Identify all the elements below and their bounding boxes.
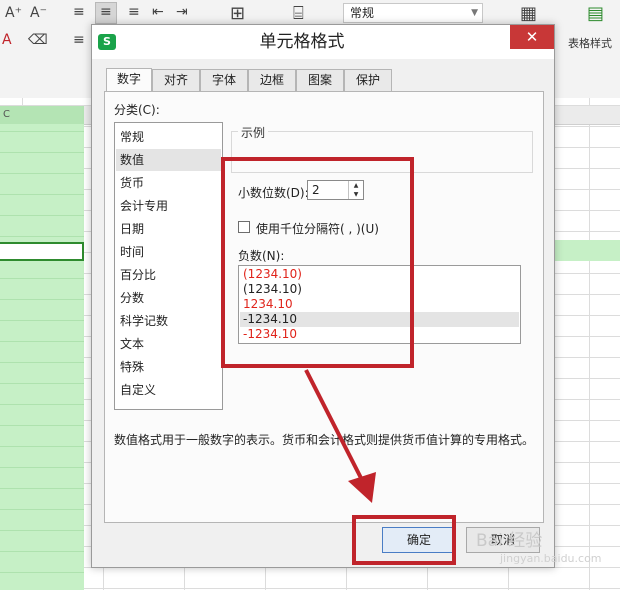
watermark-logo: Bai 经验 — [476, 531, 543, 551]
arrow-shaft — [304, 369, 364, 481]
arrow-head — [348, 472, 376, 503]
watermark-url: jingyan.baidu.com — [500, 552, 602, 565]
annotation-arrow — [304, 369, 376, 503]
